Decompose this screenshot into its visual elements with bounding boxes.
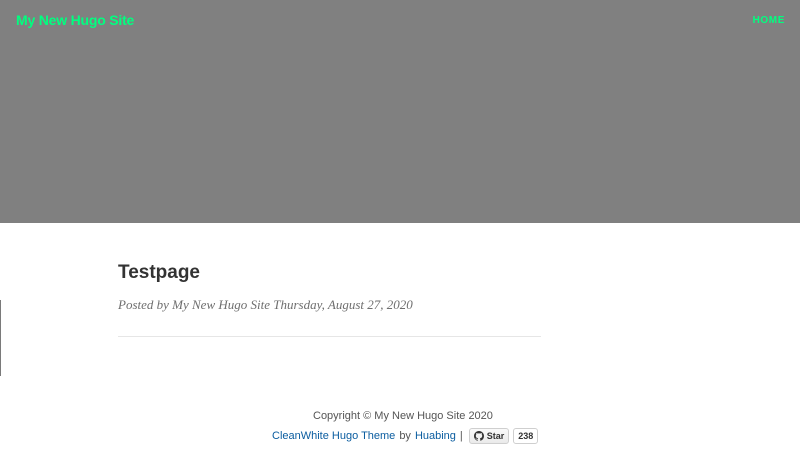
- by-text: by: [399, 430, 411, 442]
- post-divider: [118, 336, 541, 337]
- theme-link[interactable]: CleanWhite Hugo Theme: [272, 430, 395, 442]
- github-star-button[interactable]: Star: [468, 428, 510, 444]
- post-header: Testpage Posted by My New Hugo Site Thur…: [118, 260, 541, 337]
- author-link[interactable]: Huabing: [415, 430, 456, 442]
- post-meta: Posted by My New Hugo Site Thursday, Aug…: [118, 297, 413, 312]
- post-title: Testpage: [118, 262, 201, 283]
- github-star-count[interactable]: 238: [513, 428, 539, 444]
- nav-home-link[interactable]: HOME: [753, 15, 785, 26]
- footer-separator: |: [459, 430, 463, 442]
- site-brand-link[interactable]: My New Hugo Site: [16, 12, 134, 28]
- github-icon: [473, 431, 484, 441]
- footer-credits: CleanWhite Hugo Theme by Huabing | Star …: [272, 428, 539, 444]
- copyright-text: Copyright © My New Hugo Site 2020: [313, 410, 493, 422]
- site-header: My New Hugo Site HOME: [0, 0, 800, 223]
- window-edge-divider: [0, 300, 1, 376]
- github-star-label: Star: [486, 431, 505, 441]
